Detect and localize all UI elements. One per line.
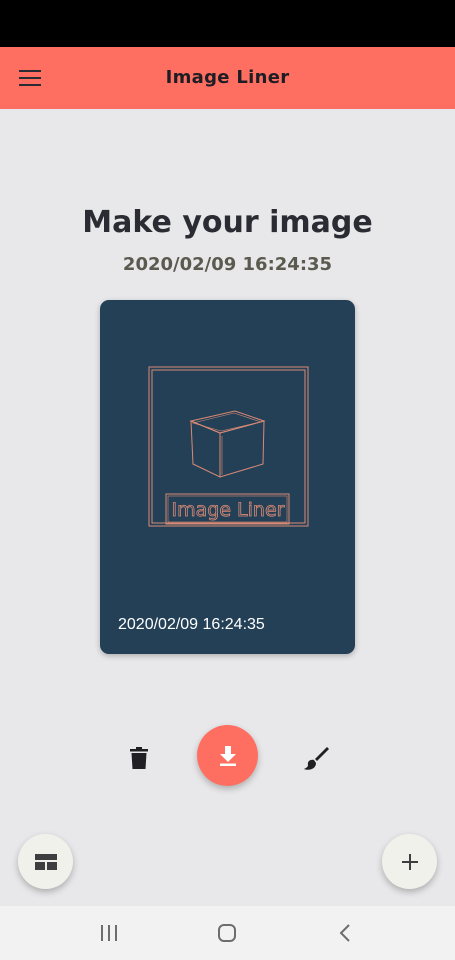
back-button[interactable]	[330, 918, 360, 948]
download-icon	[219, 745, 236, 766]
logo-text: Image Liner	[172, 499, 285, 521]
download-button[interactable]	[197, 725, 258, 786]
page-headline: Make your image	[82, 205, 373, 240]
recents-icon	[101, 925, 117, 941]
plus-icon	[401, 853, 418, 870]
recents-button[interactable]	[94, 918, 124, 948]
page-timestamp: 2020/02/09 16:24:35	[122, 254, 333, 275]
menu-button[interactable]	[12, 60, 48, 96]
home-button[interactable]	[212, 918, 242, 948]
brush-icon	[304, 747, 329, 770]
edit-brush-button[interactable]	[300, 742, 332, 774]
status-bar	[0, 0, 455, 47]
layout-icon	[34, 853, 57, 870]
add-button[interactable]	[382, 834, 437, 889]
layout-button[interactable]	[18, 834, 73, 889]
home-icon	[218, 924, 236, 942]
app-bar: Image Liner	[0, 47, 455, 109]
delete-button[interactable]	[124, 742, 154, 774]
image-card[interactable]: Image Liner 2020/02/09 16:24:35	[100, 300, 355, 654]
trash-icon	[130, 747, 148, 769]
hamburger-menu-icon	[19, 70, 41, 86]
image-liner-logo: Image Liner	[148, 366, 309, 527]
app-title: Image Liner	[165, 67, 290, 88]
back-icon	[339, 924, 350, 942]
system-nav-bar	[0, 906, 455, 960]
card-date: 2020/02/09 16:24:35	[118, 616, 265, 633]
